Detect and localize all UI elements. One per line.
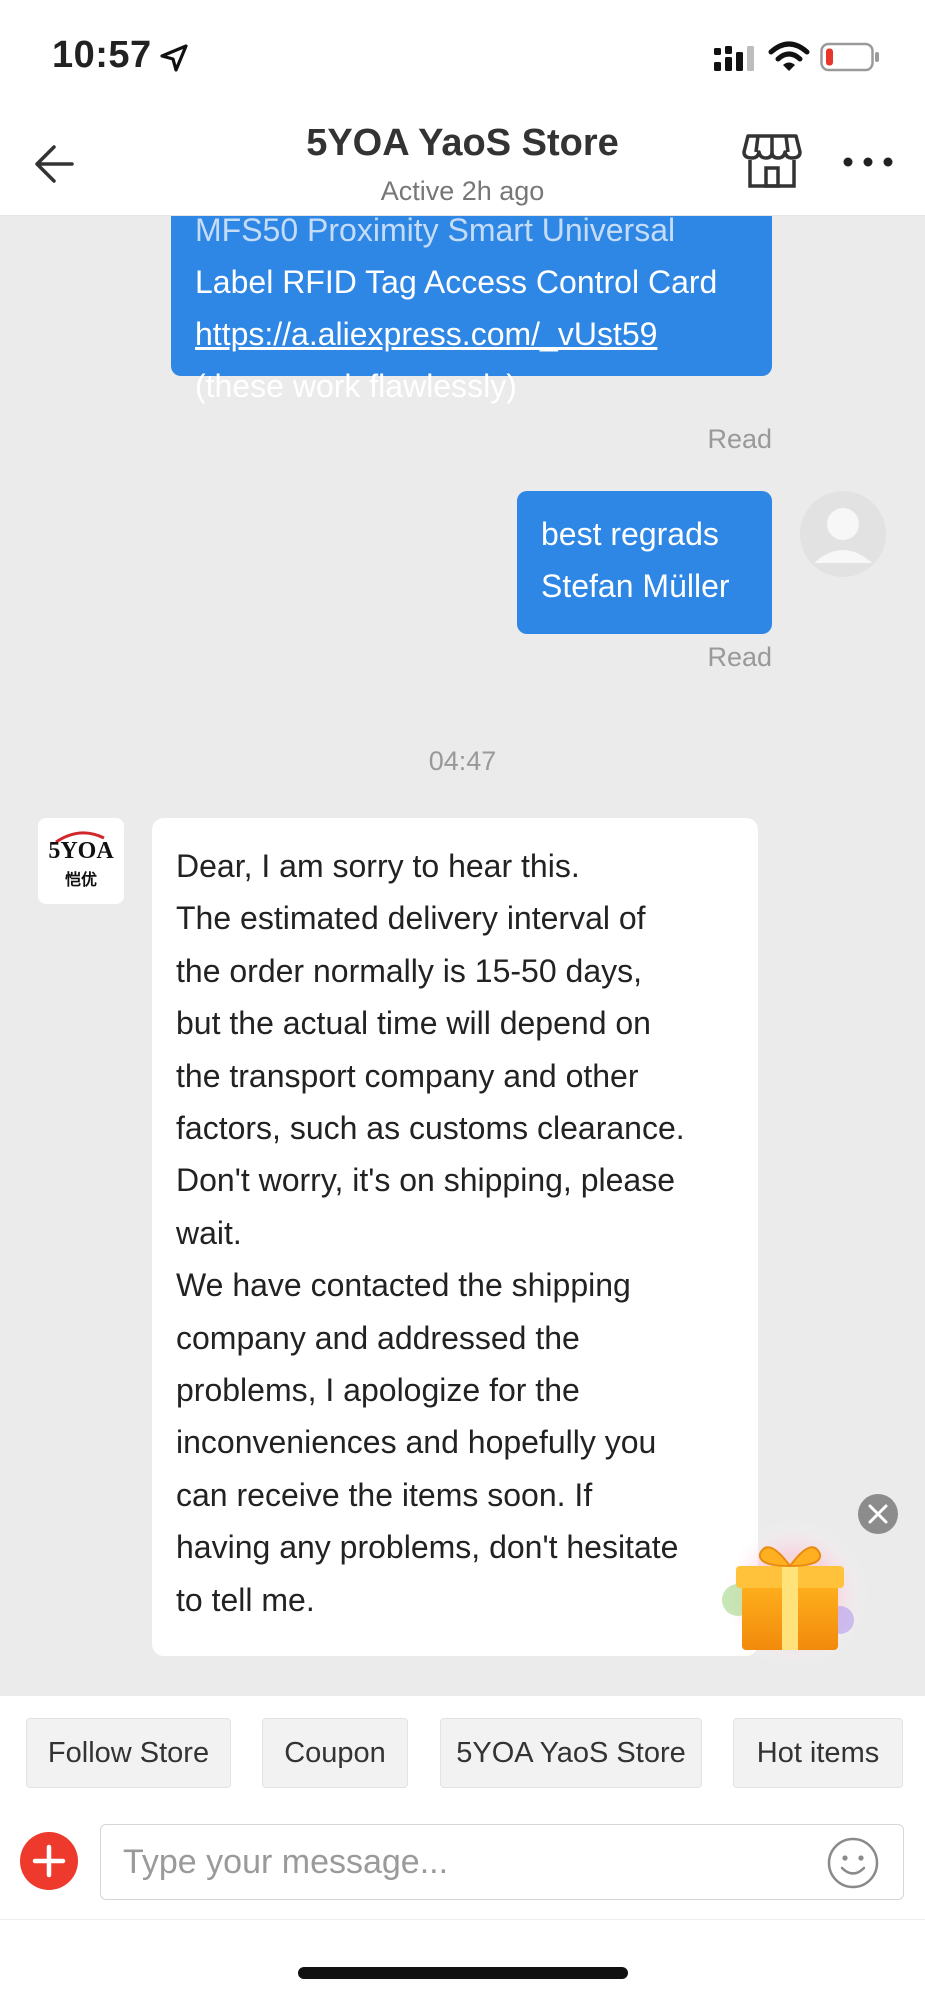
- message-text: but the actual time will depend on: [176, 1005, 651, 1042]
- message-text: We have contacted the shipping: [176, 1267, 631, 1304]
- message-timestamp: 04:47: [428, 746, 497, 776]
- message-text: problems, I apologize for the: [176, 1372, 580, 1409]
- status-time: 10:57: [52, 34, 152, 76]
- plus-button[interactable]: [20, 1832, 78, 1890]
- store-link-button[interactable]: 5YOA YaoS Store: [440, 1718, 702, 1788]
- message-text: the transport company and other: [176, 1057, 639, 1094]
- message-text: (these work flawlessly): [195, 368, 517, 404]
- message-input-bar: [0, 1800, 925, 1920]
- chat-screen: 10:57 5YOA YaoS Store Active 2h ago MFS5…: [0, 0, 925, 2000]
- message-text: Don't worry, it's on shipping, please: [176, 1162, 675, 1199]
- cellular-signal-icon: [714, 46, 754, 71]
- message-text: company and addressed the: [176, 1319, 580, 1356]
- message-text: wait.: [176, 1214, 242, 1251]
- status-bar: 10:57: [0, 0, 925, 110]
- battery-low-icon: [820, 42, 879, 72]
- message-input[interactable]: [100, 1824, 904, 1900]
- read-receipt: Read: [707, 642, 772, 672]
- message-text: to tell me.: [176, 1581, 315, 1618]
- home-indicator[interactable]: [298, 1967, 628, 1979]
- user-placeholder-icon: [814, 508, 872, 563]
- wifi-icon: [768, 41, 810, 71]
- storefront-icon[interactable]: [742, 130, 802, 190]
- message-link[interactable]: https://a.aliexpress.com/_vUst59: [195, 308, 748, 360]
- more-dots-icon[interactable]: [840, 142, 896, 182]
- emoji-smile-icon[interactable]: [826, 1836, 880, 1890]
- chat-header: 5YOA YaoS Store Active 2h ago: [0, 110, 925, 216]
- plus-icon: [32, 1844, 66, 1878]
- message-text: MFS50 Proximity Smart Universal: [195, 216, 676, 248]
- location-arrow-icon: [160, 44, 188, 72]
- coupon-button[interactable]: Coupon: [262, 1718, 408, 1788]
- quick-actions-bar: Follow Store Coupon 5YOA YaoS Store Hot …: [0, 1696, 925, 1800]
- message-text: can receive the items soon. If: [176, 1476, 593, 1513]
- chat-messages[interactable]: MFS50 Proximity Smart Universal Label RF…: [0, 216, 925, 1696]
- follow-store-button[interactable]: Follow Store: [26, 1718, 231, 1788]
- store-avatar[interactable]: 5YOA 恺优: [38, 818, 124, 904]
- hot-items-button[interactable]: Hot items: [733, 1718, 903, 1788]
- store-logo-subtext: 恺优: [64, 870, 97, 889]
- message-text: The estimated delivery interval of: [176, 900, 646, 937]
- message-text: Stefan Müller: [541, 568, 730, 604]
- message-text: inconveniences and hopefully you: [176, 1424, 657, 1461]
- store-logo-text: 5YOA: [48, 838, 114, 864]
- message-outgoing[interactable]: MFS50 Proximity Smart Universal Label RF…: [171, 216, 772, 404]
- message-text: having any problems, don't hesitate: [176, 1529, 679, 1566]
- message-incoming[interactable]: Dear, I am sorry to hear this. The estim…: [152, 818, 758, 1656]
- message-text: factors, such as customs clearance.: [176, 1110, 685, 1147]
- message-outgoing[interactable]: best regrads Stefan Müller: [517, 491, 772, 634]
- read-receipt: Read: [707, 424, 772, 454]
- gift-box-icon[interactable]: [708, 1510, 868, 1670]
- message-text: Dear, I am sorry to hear this.: [176, 848, 580, 884]
- avatar[interactable]: [800, 491, 886, 577]
- message-text: Label RFID Tag Access Control Card: [195, 264, 718, 300]
- message-text: the order normally is 15-50 days,: [176, 952, 642, 989]
- message-text: best regrads: [541, 516, 719, 552]
